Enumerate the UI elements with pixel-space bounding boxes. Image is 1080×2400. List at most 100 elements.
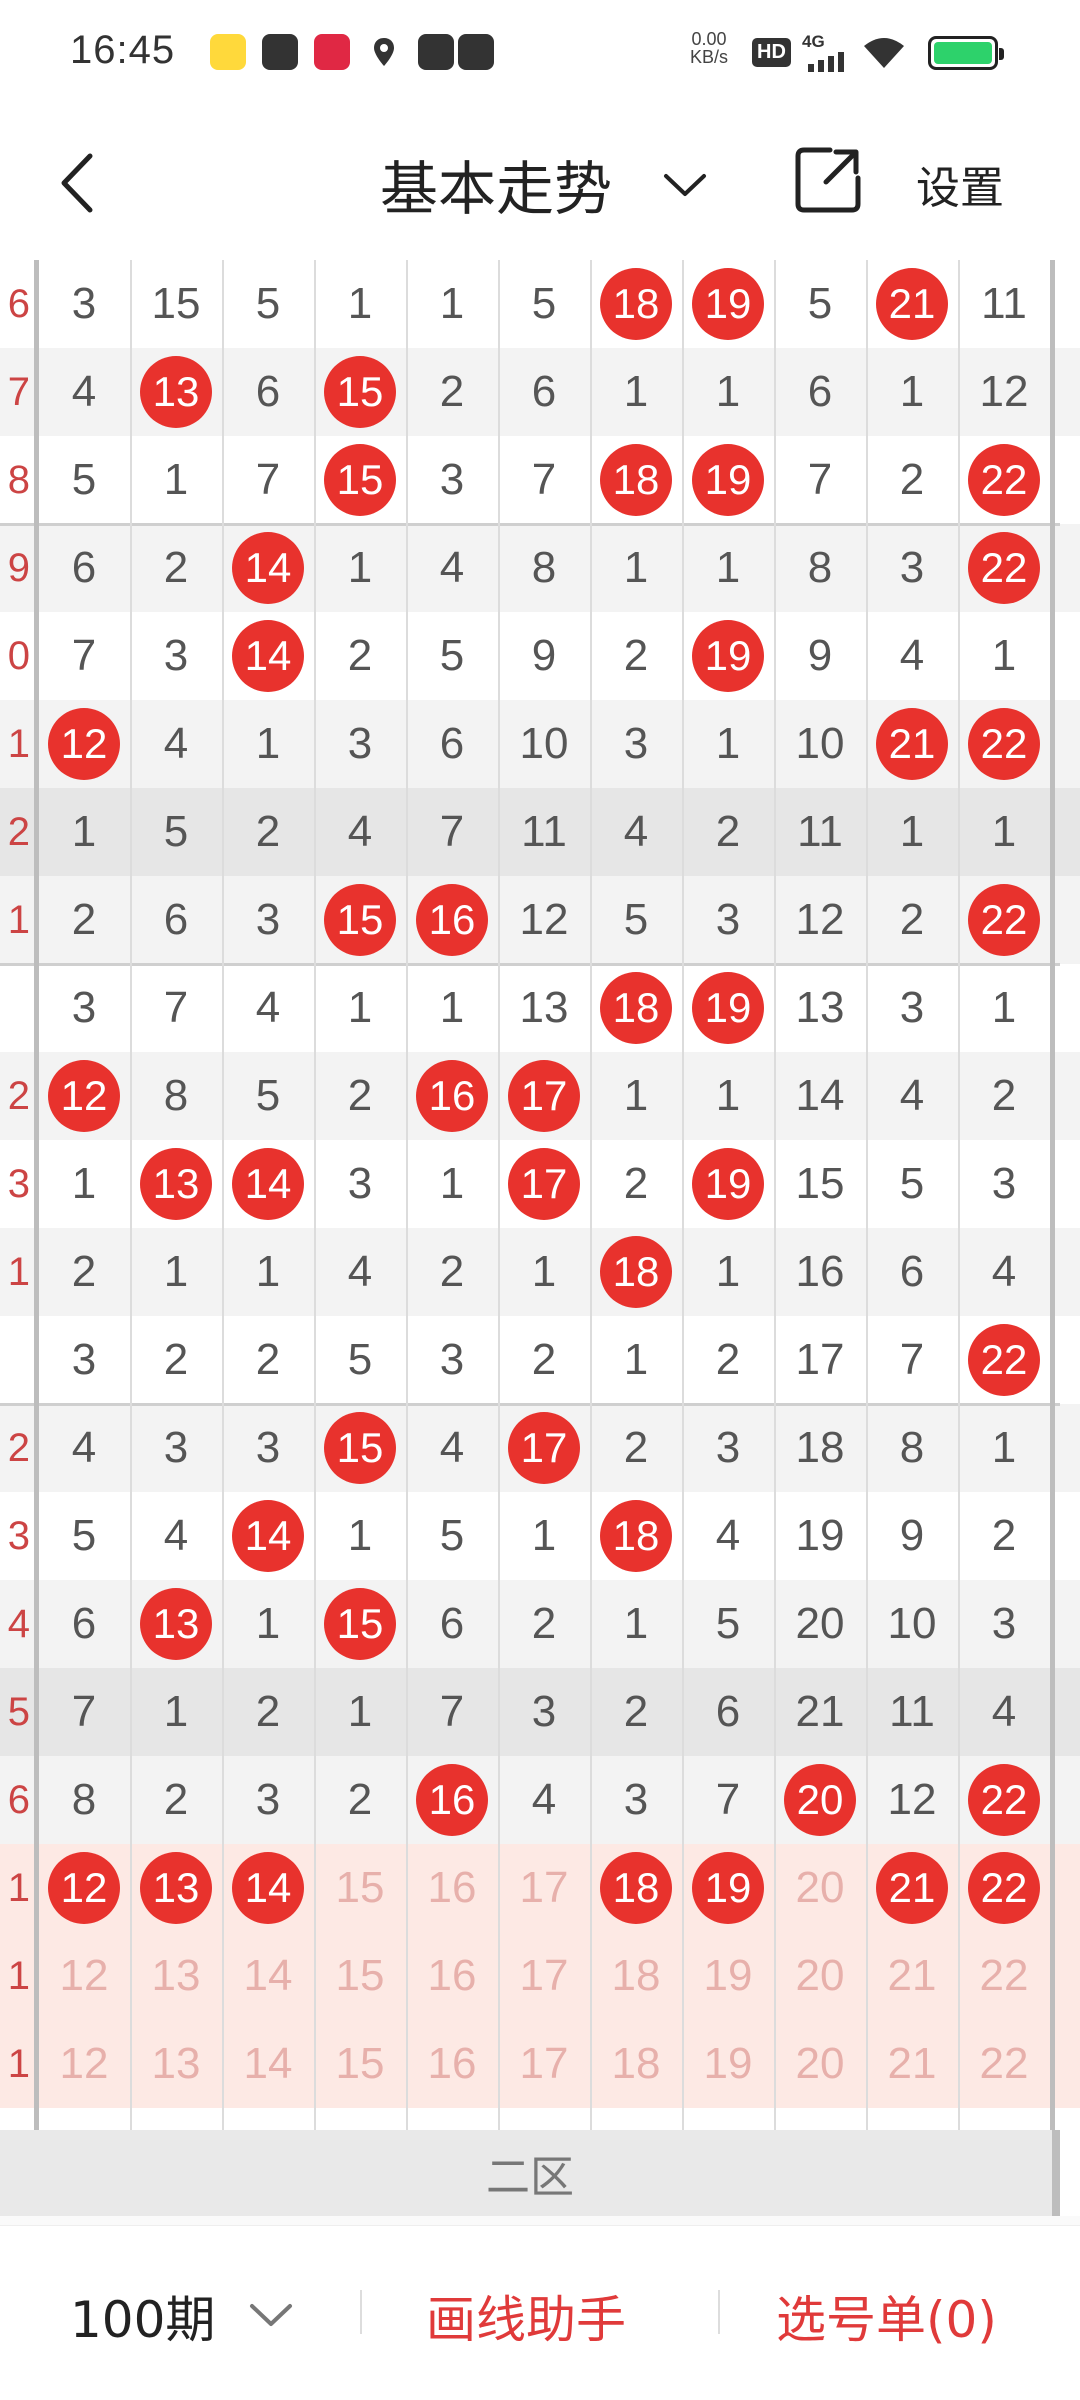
- miss-count-cell[interactable]: 8: [866, 1404, 958, 1492]
- settings-button[interactable]: 设置: [916, 152, 1004, 216]
- miss-count-cell[interactable]: 20: [774, 2020, 866, 2108]
- miss-count-cell[interactable]: 5: [406, 612, 498, 700]
- miss-count-cell[interactable]: 14: [222, 1932, 314, 2020]
- miss-count-cell[interactable]: 14: [774, 1052, 866, 1140]
- page-title[interactable]: 基本走势: [380, 142, 612, 226]
- miss-count-cell[interactable]: 4: [498, 1756, 590, 1844]
- miss-count-cell[interactable]: 10: [774, 700, 866, 788]
- hit-ball-16[interactable]: 16: [406, 1756, 498, 1844]
- miss-count-cell[interactable]: 7: [406, 788, 498, 876]
- miss-count-cell[interactable]: 19: [682, 1932, 774, 2020]
- miss-count-cell[interactable]: 10: [866, 1580, 958, 1668]
- hit-ball-18[interactable]: 18: [590, 964, 682, 1052]
- miss-count-cell[interactable]: 2: [222, 1668, 314, 1756]
- miss-count-cell[interactable]: 5: [590, 876, 682, 964]
- miss-count-cell[interactable]: 3: [38, 1316, 130, 1404]
- miss-count-cell[interactable]: 5: [38, 436, 130, 524]
- miss-count-cell[interactable]: 12: [774, 876, 866, 964]
- miss-count-cell[interactable]: 1: [590, 1052, 682, 1140]
- miss-count-cell[interactable]: 12: [498, 876, 590, 964]
- period-selector[interactable]: 100期: [70, 2280, 215, 2352]
- miss-count-cell[interactable]: 6: [682, 1668, 774, 1756]
- miss-count-cell[interactable]: 10: [498, 700, 590, 788]
- miss-count-cell[interactable]: 7: [682, 1756, 774, 1844]
- miss-count-cell[interactable]: 2: [406, 1228, 498, 1316]
- miss-count-cell[interactable]: 1: [590, 348, 682, 436]
- miss-count-cell[interactable]: 1: [406, 964, 498, 1052]
- miss-count-cell[interactable]: 1: [314, 1492, 406, 1580]
- hit-ball-17[interactable]: 17: [498, 1140, 590, 1228]
- miss-count-cell[interactable]: 2: [682, 788, 774, 876]
- miss-count-cell[interactable]: 1: [38, 788, 130, 876]
- miss-count-cell[interactable]: 3: [38, 260, 130, 348]
- miss-count-cell[interactable]: 4: [866, 1052, 958, 1140]
- hit-ball-19[interactable]: 19: [682, 260, 774, 348]
- hit-ball-13[interactable]: 13: [130, 1844, 222, 1932]
- miss-count-cell[interactable]: 2: [590, 1668, 682, 1756]
- hit-ball-19[interactable]: 19: [682, 964, 774, 1052]
- miss-count-cell[interactable]: 7: [38, 612, 130, 700]
- miss-count-cell[interactable]: 4: [314, 1228, 406, 1316]
- miss-count-cell[interactable]: 5: [866, 1140, 958, 1228]
- hit-ball-17[interactable]: 17: [498, 1052, 590, 1140]
- miss-count-cell[interactable]: 19: [682, 2020, 774, 2108]
- miss-count-cell[interactable]: 2: [590, 612, 682, 700]
- miss-count-cell[interactable]: 3: [866, 964, 958, 1052]
- miss-count-cell[interactable]: 19: [774, 1492, 866, 1580]
- miss-count-cell[interactable]: 4: [314, 788, 406, 876]
- hit-ball-22[interactable]: 22: [958, 1316, 1050, 1404]
- miss-count-cell[interactable]: 1: [958, 1404, 1050, 1492]
- hit-ball-14[interactable]: 14: [222, 612, 314, 700]
- miss-count-cell[interactable]: 3: [38, 964, 130, 1052]
- trend-grid[interactable]: 6 3 15 5 1 1 5 18 19 5 21 11 7 4 13 6 15 2 6 1 1 6 1 12 8 5 1 7 15 3 7…: [0, 260, 1080, 2130]
- hit-ball-12[interactable]: 12: [38, 1844, 130, 1932]
- miss-count-cell[interactable]: 21: [866, 1932, 958, 2020]
- miss-count-cell[interactable]: 5: [682, 1580, 774, 1668]
- miss-count-cell[interactable]: 20: [774, 1844, 866, 1932]
- miss-count-cell[interactable]: 11: [958, 260, 1050, 348]
- miss-count-cell[interactable]: 8: [38, 1756, 130, 1844]
- miss-count-cell[interactable]: 16: [406, 2020, 498, 2108]
- period-dropdown-toggle[interactable]: [246, 2294, 296, 2334]
- miss-count-cell[interactable]: 1: [682, 348, 774, 436]
- miss-count-cell[interactable]: 13: [130, 1932, 222, 2020]
- miss-count-cell[interactable]: 18: [590, 1932, 682, 2020]
- title-dropdown-toggle[interactable]: [660, 164, 710, 204]
- miss-count-cell[interactable]: 6: [866, 1228, 958, 1316]
- miss-count-cell[interactable]: 2: [406, 348, 498, 436]
- miss-count-cell[interactable]: 3: [314, 1140, 406, 1228]
- miss-count-cell[interactable]: 1: [682, 700, 774, 788]
- miss-count-cell[interactable]: 1: [222, 700, 314, 788]
- hit-ball-18[interactable]: 18: [590, 1844, 682, 1932]
- miss-count-cell[interactable]: 15: [130, 260, 222, 348]
- hit-ball-22[interactable]: 22: [958, 876, 1050, 964]
- hit-ball-16[interactable]: 16: [406, 1052, 498, 1140]
- miss-count-cell[interactable]: 1: [590, 524, 682, 612]
- miss-count-cell[interactable]: 1: [958, 964, 1050, 1052]
- miss-count-cell[interactable]: 5: [222, 260, 314, 348]
- miss-count-cell[interactable]: 3: [314, 700, 406, 788]
- miss-count-cell[interactable]: 18: [590, 2020, 682, 2108]
- miss-count-cell[interactable]: 22: [958, 1932, 1050, 2020]
- miss-count-cell[interactable]: 6: [222, 348, 314, 436]
- miss-count-cell[interactable]: 1: [958, 612, 1050, 700]
- hit-ball-14[interactable]: 14: [222, 1140, 314, 1228]
- miss-count-cell[interactable]: 3: [958, 1580, 1050, 1668]
- miss-count-cell[interactable]: 4: [682, 1492, 774, 1580]
- miss-count-cell[interactable]: 16: [774, 1228, 866, 1316]
- back-button[interactable]: [50, 148, 110, 218]
- miss-count-cell[interactable]: 13: [498, 964, 590, 1052]
- miss-count-cell[interactable]: 17: [498, 2020, 590, 2108]
- miss-count-cell[interactable]: 21: [866, 2020, 958, 2108]
- hit-ball-18[interactable]: 18: [590, 260, 682, 348]
- miss-count-cell[interactable]: 4: [866, 612, 958, 700]
- hit-ball-18[interactable]: 18: [590, 436, 682, 524]
- miss-count-cell[interactable]: 2: [130, 1316, 222, 1404]
- miss-count-cell[interactable]: 1: [498, 1228, 590, 1316]
- hit-ball-15[interactable]: 15: [314, 348, 406, 436]
- miss-count-cell[interactable]: 13: [774, 964, 866, 1052]
- miss-count-cell[interactable]: 4: [958, 1668, 1050, 1756]
- miss-count-cell[interactable]: 4: [590, 788, 682, 876]
- miss-count-cell[interactable]: 3: [222, 1756, 314, 1844]
- miss-count-cell[interactable]: 3: [130, 612, 222, 700]
